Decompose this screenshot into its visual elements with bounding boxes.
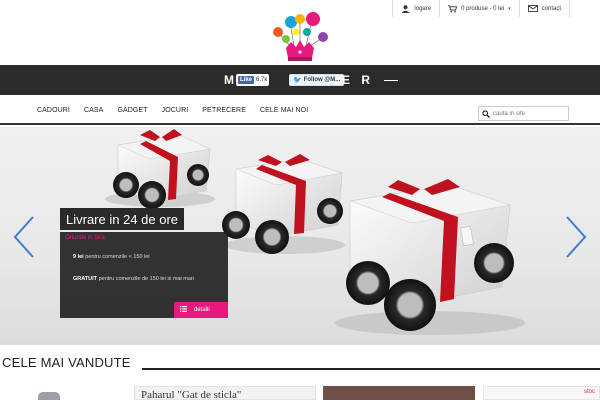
user-icon bbox=[401, 4, 410, 13]
search-box bbox=[478, 106, 569, 121]
facebook-like-widget[interactable]: Like 6.7k bbox=[236, 74, 270, 86]
twitter-follow-widget[interactable]: 🐦 Follow @M... bbox=[289, 74, 345, 86]
envelope-icon bbox=[527, 5, 538, 12]
brand-bar: M Like 6.7k 🐦 Follow @M... E R bbox=[0, 65, 600, 95]
nav-menu: CADOURI CASA GADGET JOCURI PETRECERE CEL… bbox=[30, 95, 315, 125]
cart-icon bbox=[448, 4, 458, 13]
product-image bbox=[38, 392, 60, 400]
section-divider bbox=[142, 368, 600, 370]
promo-box: Oriunde in tara 9 lei pentru comenzile <… bbox=[60, 232, 228, 318]
promo-line-free-text: pentru comenzile de 150 lei si mai mari bbox=[97, 276, 194, 282]
nav-item-jocuri[interactable]: JOCURI bbox=[155, 95, 196, 125]
nav-item-cadouri[interactable]: CADOURI bbox=[30, 95, 77, 125]
nav-item-petrecere[interactable]: PETRECERE bbox=[195, 95, 253, 125]
section-title: CELE MAI VANDUTE bbox=[2, 355, 131, 370]
promo-line-free: GRATUIT pentru comenzile de 150 lei si m… bbox=[73, 276, 194, 282]
utility-bar: logare 0 produse - 0 lei ▾ contact bbox=[392, 0, 570, 17]
brand-suffix: E R bbox=[342, 73, 375, 87]
nav-item-cele-mai-noi[interactable]: CELE MAI NOI bbox=[253, 95, 315, 125]
nav-item-gadget[interactable]: GADGET bbox=[110, 95, 154, 125]
promo-line-free-label: GRATUIT bbox=[73, 276, 98, 282]
slider-next-arrow[interactable] bbox=[564, 215, 588, 259]
promo-line-shipping-text: pentru comenzile < 150 lei bbox=[83, 254, 150, 260]
promo-line-shipping: 9 lei pentru comenzile < 150 lei bbox=[73, 254, 150, 260]
page: logare 0 produse - 0 lei ▾ contact M Lik… bbox=[0, 0, 600, 400]
promo-subtitle: Oriunde in tara bbox=[65, 235, 105, 241]
stock-badge: stoc bbox=[583, 389, 595, 395]
search-input[interactable] bbox=[493, 110, 563, 117]
twitter-follow-label: Follow @M... bbox=[303, 77, 341, 83]
cart-label: 0 produse - 0 lei bbox=[461, 5, 505, 12]
chevron-down-icon: ▾ bbox=[508, 5, 511, 12]
product-card[interactable] bbox=[323, 386, 475, 400]
twitter-bird-icon: 🐦 bbox=[293, 77, 302, 84]
details-button[interactable]: detalii bbox=[174, 302, 228, 318]
product-card[interactable] bbox=[0, 386, 128, 400]
list-icon bbox=[180, 306, 187, 314]
promo-title: Livrare in 24 de ore bbox=[60, 208, 185, 230]
facebook-like-button[interactable]: Like bbox=[238, 76, 255, 84]
login-label: logare bbox=[414, 5, 432, 12]
facebook-like-count: 6.7k bbox=[256, 77, 268, 83]
product-title[interactable]: Paharul "Gat de sticla" bbox=[141, 389, 241, 400]
product-card[interactable]: stoc bbox=[483, 386, 600, 400]
promo-line-shipping-price: 9 lei bbox=[73, 254, 84, 260]
details-button-label: detalii bbox=[194, 307, 210, 313]
site-logo[interactable] bbox=[266, 12, 334, 66]
brand-dash bbox=[384, 80, 398, 81]
nav-item-casa[interactable]: CASA bbox=[77, 95, 110, 125]
contact-label: contact bbox=[541, 5, 561, 12]
login-link[interactable]: logare bbox=[393, 0, 441, 17]
slider-prev-arrow[interactable] bbox=[12, 215, 36, 259]
cart-link[interactable]: 0 produse - 0 lei ▾ bbox=[440, 0, 520, 17]
product-card[interactable]: Paharul "Gat de sticla" bbox=[134, 386, 316, 400]
search-icon[interactable] bbox=[482, 105, 490, 123]
contact-link[interactable]: contact bbox=[520, 0, 570, 17]
